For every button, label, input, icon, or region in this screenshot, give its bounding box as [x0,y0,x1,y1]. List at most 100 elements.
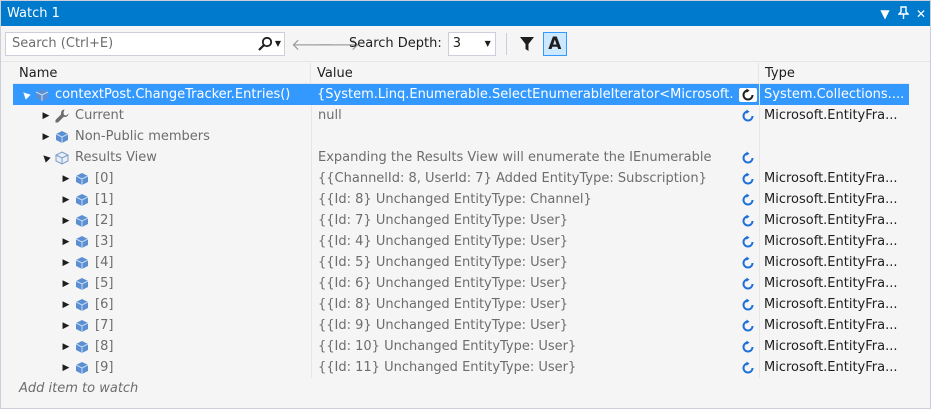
value-cell: null [311,105,759,126]
refresh-icon[interactable] [739,172,757,186]
type-cell [759,147,909,168]
row-name: [4] [95,255,114,270]
refresh-icon[interactable] [739,235,757,249]
expand-arrow-icon[interactable]: ▶ [59,279,73,289]
close-icon[interactable]: ✕ [912,7,930,21]
watch-row[interactable]: ▶ [4] {{Id: 5} Unchanged EntityType: User}… [13,252,909,273]
collapse-arrow-icon[interactable]: ▲ [38,149,55,166]
row-name: [1] [95,192,114,207]
expand-arrow-icon[interactable]: ▶ [39,111,53,121]
search-depth-value: 3 [452,36,462,51]
expand-arrow-icon[interactable]: ▶ [39,132,53,142]
expand-arrow-icon[interactable]: ▶ [59,237,73,247]
watch-row[interactable]: ▶ [7] {{Id: 9} Unchanged EntityType: User}… [13,315,909,336]
window-title: Watch 1 [7,6,60,21]
name-cell: ▲ contextPost.ChangeTracker.Entries() [13,84,311,105]
collapse-arrow-icon[interactable]: ▲ [18,86,35,103]
watch-row[interactable]: ▲ contextPost.ChangeTracker.Entries() {Sys… [13,84,909,105]
hex-toggle-button[interactable]: A [542,31,567,56]
expand-arrow-icon[interactable]: ▶ [59,174,73,184]
refresh-icon[interactable] [739,277,757,291]
refresh-icon[interactable] [739,214,757,228]
watch-row[interactable]: ▶ [5] {{Id: 6} Unchanged EntityType: User}… [13,273,909,294]
column-name-header[interactable]: Name [13,63,311,83]
row-value: {{Id: 9} Unchanged EntityType: User} [318,318,569,333]
value-cell: {System.Linq.Enumerable.SelectEnumerable… [311,84,759,105]
expand-arrow-icon[interactable]: ▶ [59,258,73,268]
row-value: {{Id: 7} Unchanged EntityType: User} [318,213,569,228]
watch-row[interactable]: ▶ Current null Microsoft.EntityFra... [13,105,909,126]
name-cell: ▲ Results View [13,147,311,168]
type-cell [759,126,909,147]
value-cell: {{Id: 8} Unchanged EntityType: Channel} [311,189,759,210]
expand-arrow-icon[interactable]: ▶ [59,363,73,373]
watch-row[interactable]: ▶ Non-Public members [13,126,909,147]
name-cell: ▶ [6] [13,294,311,315]
row-name: Results View [75,150,157,165]
search-box[interactable]: ▼ [5,31,285,56]
pin-icon[interactable] [894,5,912,22]
search-input[interactable] [10,33,254,54]
watch-row[interactable]: ▶ [1] {{Id: 8} Unchanged EntityType: Chann… [13,189,909,210]
row-value: {{Id: 11} Unchanged EntityType: User} [318,360,577,375]
value-cell: Expanding the Results View will enumerat… [311,147,759,168]
watch-row[interactable]: ▶ [3] {{Id: 4} Unchanged EntityType: User}… [13,231,909,252]
watch-grid: Name Value Type ▲ contextPost.ChangeTrack… [13,63,909,399]
type-cell: Microsoft.EntityFra... [759,105,909,126]
add-item-to-watch[interactable]: Add item to watch [13,378,909,399]
refresh-icon[interactable] [739,256,757,270]
chevron-down-icon: ▼ [274,39,282,48]
row-name: [2] [95,213,114,228]
refresh-icon[interactable] [739,193,757,207]
object-cube-icon [73,276,91,292]
name-cell: ▶ Current [13,105,311,126]
refresh-icon[interactable] [739,298,757,312]
watch-row[interactable]: ▶ [2] {{Id: 7} Unchanged EntityType: User}… [13,210,909,231]
expand-arrow-icon[interactable]: ▶ [59,216,73,226]
object-cube-icon [73,318,91,334]
search-depth-select[interactable]: 3 ▼ [447,31,496,56]
watch-window: Watch 1 ▼ ✕ ▼ 🡐 🡒 Search Depth: 3 ▼ A Na [0,0,931,409]
expand-arrow-icon[interactable]: ▶ [59,300,73,310]
row-name: [6] [95,297,114,312]
expand-arrow-icon[interactable]: ▶ [59,195,73,205]
search-button[interactable]: ▼ [254,33,284,55]
object-cube-icon [73,360,91,376]
type-cell: System.Collections.... [759,84,909,105]
watch-row[interactable]: ▶ [8] {{Id: 10} Unchanged EntityType: User… [13,336,909,357]
row-name: [7] [95,318,114,333]
column-type-header[interactable]: Type [759,63,909,83]
back-arrow-icon[interactable]: 🡐 [291,34,334,54]
name-cell: ▶ [2] [13,210,311,231]
name-cell: ▶ [3] [13,231,311,252]
value-cell: {{Id: 5} Unchanged EntityType: User} [311,252,759,273]
refresh-icon[interactable] [739,361,757,375]
row-value: {{Id: 10} Unchanged EntityType: User} [318,339,577,354]
row-name: [5] [95,276,114,291]
row-name: [3] [95,234,114,249]
watch-row[interactable]: ▲ Results View Expanding the Results View … [13,147,909,168]
watch-row[interactable]: ▶ [0] {{ChannelId: 8, UserId: 7} Added Ent… [13,168,909,189]
type-cell: Microsoft.EntityFra... [759,189,909,210]
name-cell: ▶ [8] [13,336,311,357]
forward-arrow-icon[interactable]: 🡒 [317,34,360,54]
watch-row[interactable]: ▶ [9] {{Id: 11} Unchanged EntityType: User… [13,357,909,378]
refresh-icon[interactable] [739,151,757,165]
filter-button[interactable] [517,33,537,55]
refresh-icon[interactable] [739,109,757,123]
refresh-icon[interactable] [739,319,757,333]
type-cell: Microsoft.EntityFra... [759,315,909,336]
watch-row[interactable]: ▶ [6] {{Id: 8} Unchanged EntityType: User}… [13,294,909,315]
object-cube-icon [73,234,91,250]
type-cell: Microsoft.EntityFra... [759,273,909,294]
row-name: contextPost.ChangeTracker.Entries() [55,87,291,102]
expand-arrow-icon[interactable]: ▶ [59,321,73,331]
dropdown-icon[interactable]: ▼ [876,7,894,21]
value-cell [311,126,759,147]
type-cell: Microsoft.EntityFra... [759,231,909,252]
column-value-header[interactable]: Value [311,63,759,83]
expand-arrow-icon[interactable]: ▶ [59,342,73,352]
refresh-icon[interactable] [739,87,757,102]
refresh-icon[interactable] [739,340,757,354]
row-value: null [318,108,342,123]
